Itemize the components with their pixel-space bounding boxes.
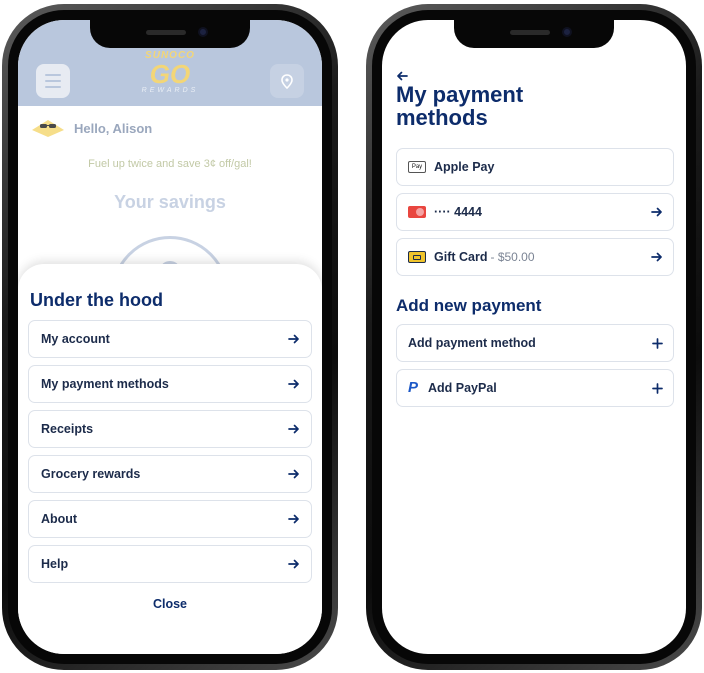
payment-methods-list: Pay Apple Pay ···· 4444 Gift Card - $50.…: [396, 148, 674, 414]
menu-item-label: Help: [41, 557, 69, 571]
arrow-left-icon: [397, 71, 408, 81]
arrow-right-icon: [651, 252, 662, 262]
sunoco-go-logo: SUNOCO GO REWARDS: [135, 50, 205, 94]
arrow-right-icon: [288, 424, 299, 434]
add-option-label: Add PayPal: [428, 381, 497, 395]
add-option-label: Add payment method: [408, 336, 536, 350]
payment-methods-screen: My payment methods Pay Apple Pay ···· 44…: [382, 20, 686, 654]
menu-item-receipts[interactable]: Receipts: [28, 410, 312, 448]
greeting: Hello, Alison: [30, 118, 152, 138]
notch: [90, 20, 250, 48]
map-pin-icon: [281, 73, 293, 89]
menu-item-label: About: [41, 512, 78, 526]
arrow-right-icon: [288, 379, 299, 389]
menu-item-label: Grocery rewards: [41, 467, 141, 481]
mascot-icon: [32, 120, 64, 137]
apple-pay-icon: Pay: [408, 161, 426, 173]
page-title: My payment methods: [396, 82, 524, 130]
gift-card-icon: [408, 251, 426, 263]
plus-icon: [652, 337, 663, 349]
phone-frame-left: SUNOCO GO REWARDS Hello, Alison Fuel up …: [2, 4, 338, 670]
sheet-title: Under the hood: [30, 290, 163, 310]
menu-item-about[interactable]: About: [28, 500, 312, 538]
close-button[interactable]: Close: [28, 597, 312, 611]
mastercard-icon: [408, 206, 426, 218]
menu-item-my-account[interactable]: My account: [28, 320, 312, 358]
arrow-right-icon: [288, 469, 299, 479]
payment-method-gift-card[interactable]: Gift Card - $50.00: [396, 238, 674, 276]
greeting-text: Hello, Alison: [74, 120, 153, 136]
payment-method-label: Apple Pay: [434, 160, 495, 174]
gift-card-balance: - $50.00: [490, 250, 535, 264]
add-payment-section-title: Add new payment: [396, 296, 542, 315]
payment-method-card[interactable]: ···· 4444: [396, 193, 674, 231]
arrow-right-icon: [288, 559, 299, 569]
payment-method-label: Gift Card: [434, 250, 488, 264]
hamburger-icon: [45, 74, 61, 76]
arrow-right-icon: [288, 514, 299, 524]
arrow-right-icon: [288, 334, 299, 344]
logo-bottom-text: REWARDS: [141, 87, 199, 94]
menu-item-label: My account: [41, 332, 110, 346]
menu-item-help[interactable]: Help: [28, 545, 312, 583]
menu-item-label: Receipts: [41, 422, 94, 436]
logo-main-text: GO: [149, 59, 191, 89]
menu-item-grocery-rewards[interactable]: Grocery rewards: [28, 455, 312, 493]
payment-method-apple-pay[interactable]: Pay Apple Pay: [396, 148, 674, 186]
add-paypal-button[interactable]: P Add PayPal: [396, 369, 674, 407]
phone-frame-right: My payment methods Pay Apple Pay ···· 44…: [366, 4, 702, 670]
menu-item-my-payment-methods[interactable]: My payment methods: [28, 365, 312, 403]
payment-method-label: ···· 4444: [434, 205, 482, 219]
location-button[interactable]: [270, 64, 304, 98]
arrow-right-icon: [651, 207, 662, 217]
menu-item-label: My payment methods: [41, 377, 169, 391]
promo-text: Fuel up twice and save 3¢ off/gal!: [88, 158, 252, 170]
savings-title: Your savings: [114, 192, 226, 212]
paypal-icon: P: [408, 379, 419, 396]
notch: [454, 20, 614, 48]
plus-icon: [652, 382, 663, 394]
under-the-hood-sheet: Under the hood My account My payment met…: [18, 264, 322, 654]
home-screen: SUNOCO GO REWARDS Hello, Alison Fuel up …: [18, 20, 322, 654]
menu-button[interactable]: [36, 64, 70, 98]
add-payment-method-button[interactable]: Add payment method: [396, 324, 674, 362]
